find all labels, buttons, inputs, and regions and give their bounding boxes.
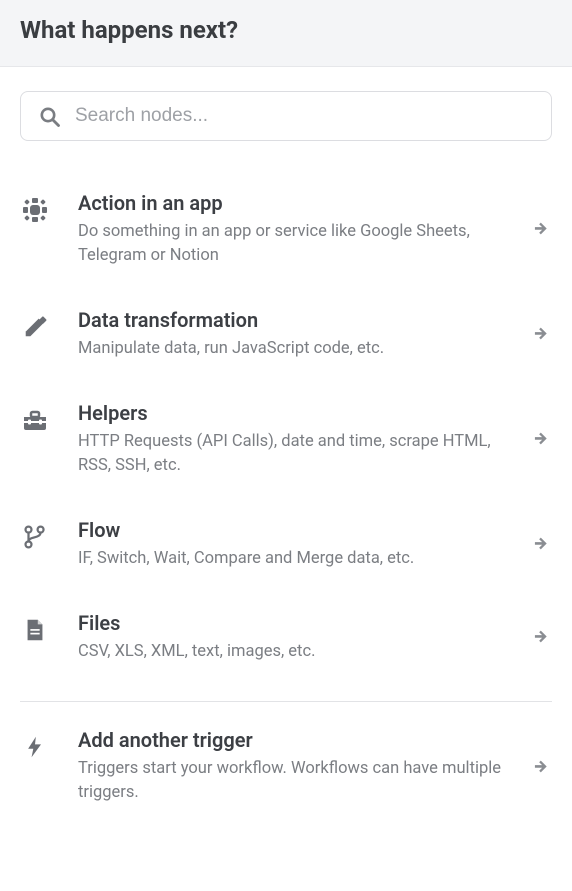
- add-another-trigger[interactable]: Add another trigger Triggers start your …: [20, 708, 552, 825]
- branch-icon: [20, 522, 50, 552]
- search-box[interactable]: [20, 91, 552, 141]
- category-desc: CSV, XLS, XML, text, images, etc.: [78, 640, 518, 664]
- category-title: Files: [78, 611, 518, 636]
- file-icon: [20, 615, 50, 645]
- arrow-right-icon: [530, 323, 552, 345]
- bolt-icon: [20, 732, 50, 762]
- trigger-desc: Triggers start your workflow. Workflows …: [78, 757, 518, 805]
- page-title: What happens next?: [20, 16, 552, 44]
- category-action-in-app[interactable]: Action in an app Do something in an app …: [20, 171, 552, 288]
- category-title: Action in an app: [78, 191, 518, 216]
- search-input[interactable]: [75, 105, 535, 127]
- toolbox-icon: [20, 405, 50, 435]
- pencil-icon: [20, 312, 50, 342]
- category-helpers[interactable]: Helpers HTTP Requests (API Calls), date …: [20, 381, 552, 498]
- arrow-right-icon: [530, 533, 552, 555]
- arrow-right-icon: [530, 626, 552, 648]
- search-area: [0, 67, 572, 151]
- category-desc: IF, Switch, Wait, Compare and Merge data…: [78, 547, 518, 571]
- category-desc: Manipulate data, run JavaScript code, et…: [78, 337, 518, 361]
- arrow-right-icon: [530, 218, 552, 240]
- header: What happens next?: [0, 0, 572, 67]
- category-flow[interactable]: Flow IF, Switch, Wait, Compare and Merge…: [20, 498, 552, 591]
- category-desc: Do something in an app or service like G…: [78, 220, 518, 268]
- divider: [20, 701, 552, 702]
- globe-icon: [20, 195, 50, 225]
- search-icon: [37, 104, 61, 128]
- arrow-right-icon: [530, 428, 552, 450]
- arrow-right-icon: [530, 756, 552, 778]
- category-files[interactable]: Files CSV, XLS, XML, text, images, etc.: [20, 591, 552, 684]
- category-desc: HTTP Requests (API Calls), date and time…: [78, 430, 518, 478]
- category-data-transformation[interactable]: Data transformation Manipulate data, run…: [20, 288, 552, 381]
- category-title: Data transformation: [78, 308, 518, 333]
- trigger-title: Add another trigger: [78, 728, 518, 753]
- category-title: Helpers: [78, 401, 518, 426]
- category-title: Flow: [78, 518, 518, 543]
- node-category-list: Action in an app Do something in an app …: [0, 151, 572, 825]
